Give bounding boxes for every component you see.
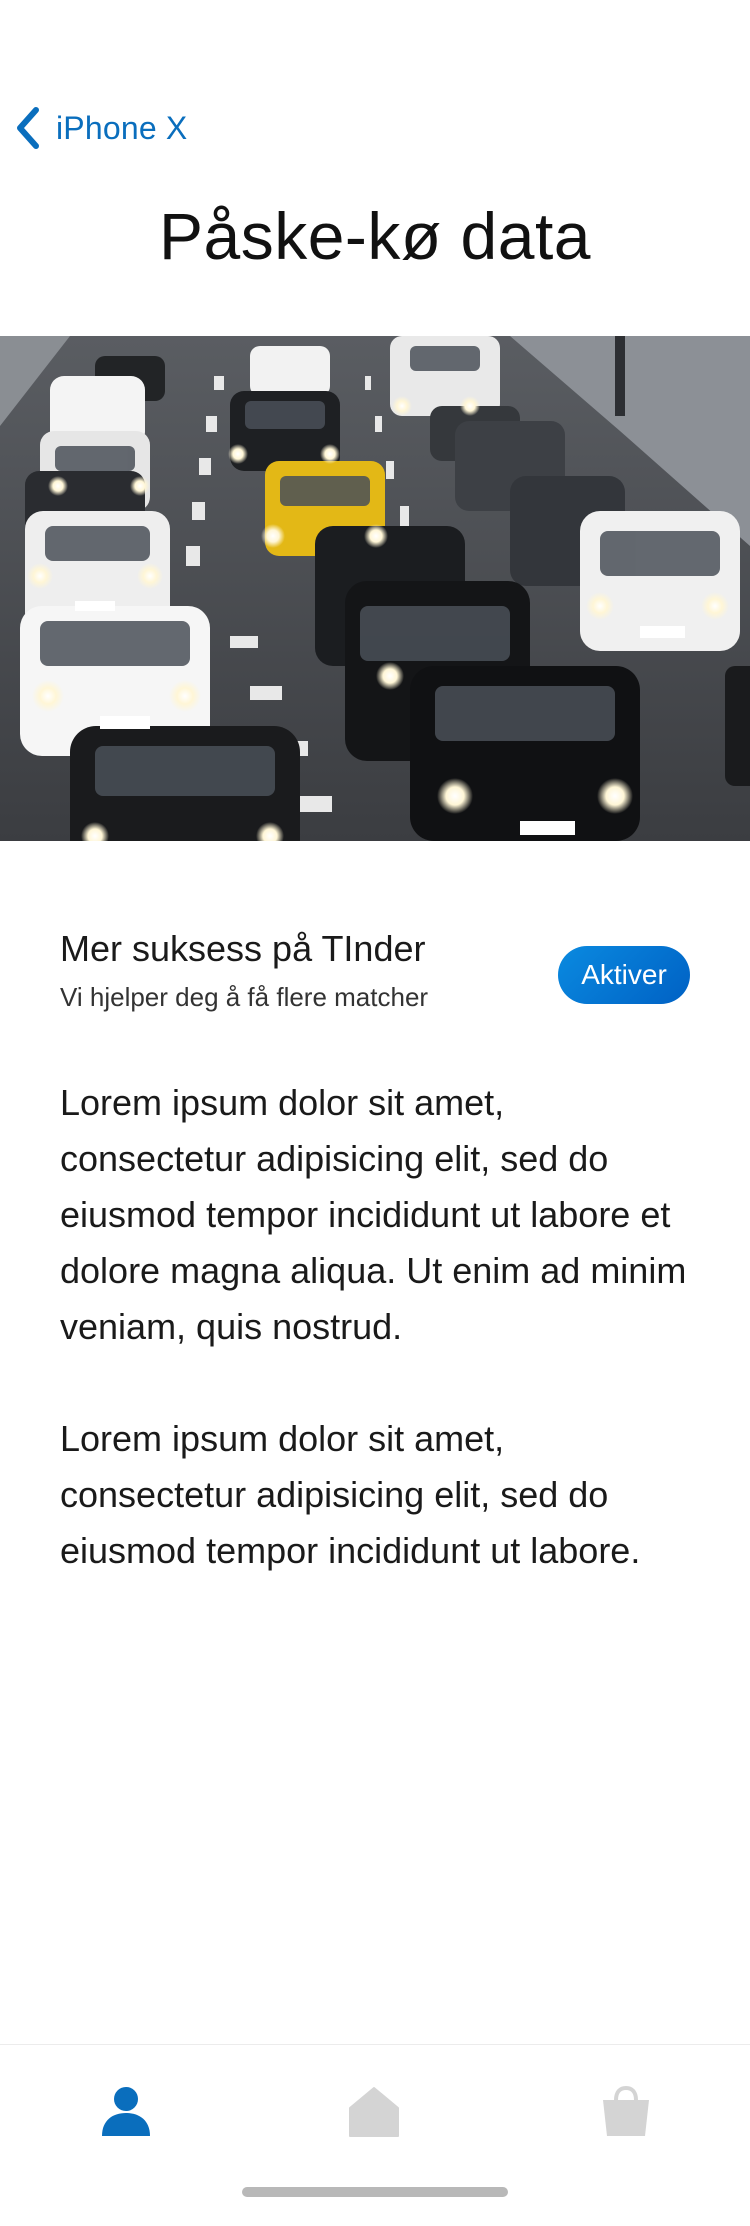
back-button-label: iPhone X xyxy=(56,109,188,146)
paragraph: Lorem ipsum dolor sit amet, consectetur … xyxy=(60,1082,687,1347)
shopping-bag-icon xyxy=(603,2085,649,2136)
promo-title: Mer suksess på TInder xyxy=(60,928,426,969)
article-body: Lorem ipsum dolor sit amet, consectetur … xyxy=(60,1075,690,1635)
home-indicator[interactable] xyxy=(242,2187,508,2197)
promo-subtitle: Vi hjelper deg å få flere matcher xyxy=(60,982,429,1012)
person-icon xyxy=(102,2087,150,2136)
hero-image xyxy=(0,336,750,841)
page-title: Påske-kø data xyxy=(158,199,592,273)
tab-profile[interactable] xyxy=(86,2071,166,2151)
tab-home[interactable] xyxy=(334,2071,414,2151)
paragraph: Lorem ipsum dolor sit amet, consectetur … xyxy=(60,1418,641,1571)
chevron-left-icon xyxy=(17,107,39,149)
back-button[interactable]: iPhone X xyxy=(14,100,187,156)
activate-button[interactable]: Aktiver xyxy=(558,946,690,1004)
home-icon xyxy=(349,2087,399,2137)
promo-card: Mer suksess på TInder Vi hjelper deg å f… xyxy=(60,920,690,1040)
tab-shop[interactable] xyxy=(586,2071,666,2151)
traffic-photo xyxy=(0,336,750,841)
